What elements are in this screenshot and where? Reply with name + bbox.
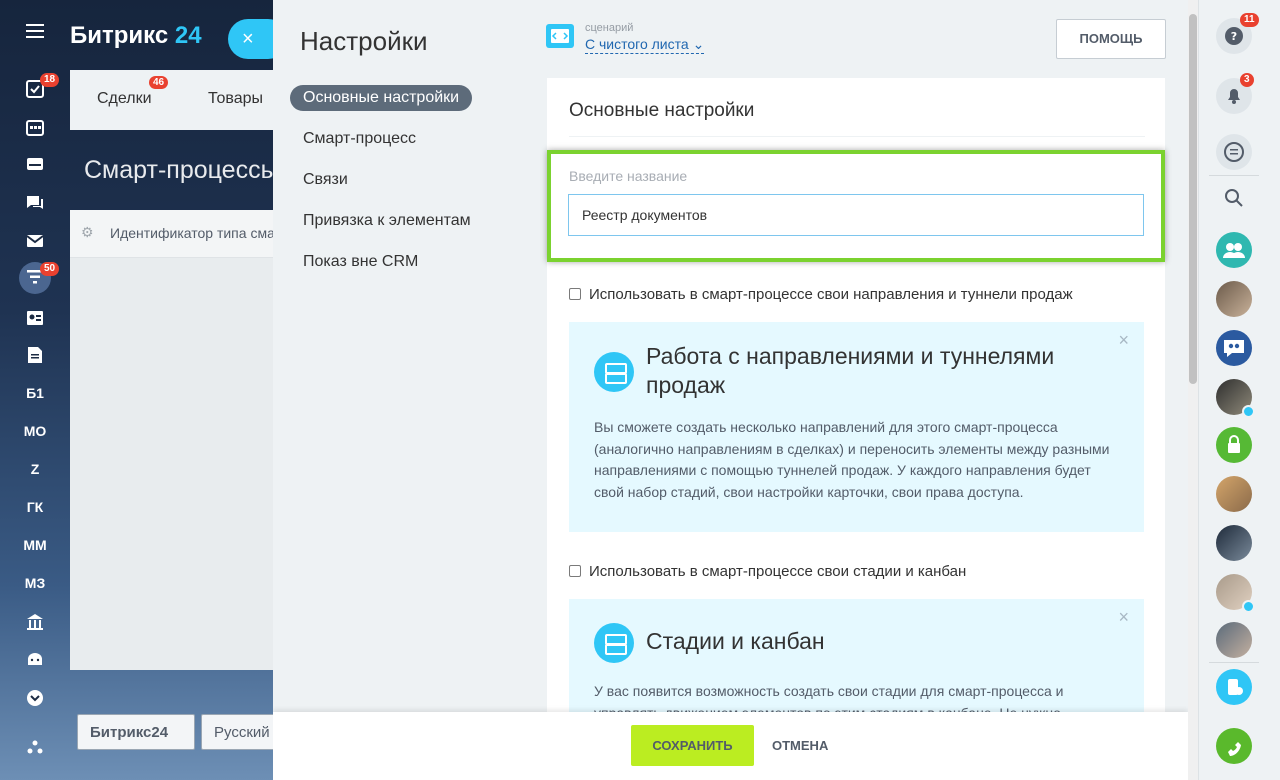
crm-badge: 50	[40, 262, 60, 276]
avatar[interactable]	[1216, 574, 1255, 613]
crm-filter-icon[interactable]: 50	[0, 262, 70, 294]
avatar[interactable]	[1216, 379, 1255, 418]
info-text: Вы сможете создать несколько направлений…	[594, 419, 1110, 500]
info-title: Работа с направлениями и туннелями прода…	[646, 343, 1055, 398]
portal-logo[interactable]: Битрикс 24	[70, 22, 202, 50]
divider	[1209, 662, 1259, 663]
crm-tabs: Сделки 46 Товары	[70, 70, 280, 130]
scenario-label: сценарий	[585, 22, 634, 34]
close-icon[interactable]: ×	[1118, 330, 1129, 351]
divider	[569, 136, 1145, 137]
mail-icon	[1242, 405, 1255, 418]
menu-hamburger-icon[interactable]	[0, 24, 70, 38]
settings-card: Основные настройки Введите название Испо…	[547, 78, 1165, 749]
name-label: Введите название	[569, 168, 688, 184]
menu-item-element-binding[interactable]: Привязка к элементам	[290, 208, 484, 234]
scrollbar-thumb[interactable]	[1189, 14, 1197, 384]
tab-products[interactable]: Товары	[208, 90, 263, 108]
scrollbar[interactable]	[1188, 0, 1198, 780]
language-button[interactable]: Русский	[201, 714, 281, 750]
card-title: Основные настройки	[569, 100, 755, 121]
scenario-value[interactable]: С чистого листа ⌄	[585, 36, 705, 54]
group-gk[interactable]: ГК	[0, 499, 70, 515]
open-lines-icon[interactable]	[1216, 134, 1252, 170]
menu-item-basic-settings[interactable]: Основные настройки	[290, 85, 473, 111]
avatar[interactable]	[1216, 476, 1252, 512]
divider	[1209, 175, 1259, 176]
group-mo[interactable]: МО	[0, 423, 70, 439]
table-header-row: ⚙ Идентификатор типа смарт-процесса	[70, 210, 280, 258]
right-panel: ? 11 3	[1198, 0, 1280, 780]
funnels-checkbox-row[interactable]: Использовать в смарт-процессе свои напра…	[569, 286, 1073, 303]
group-b1[interactable]: Б1	[0, 385, 70, 401]
chevron-down-icon[interactable]	[0, 689, 70, 707]
mail-icon[interactable]	[0, 234, 70, 248]
group-chat-icon[interactable]	[1216, 232, 1252, 268]
slider-footer: СОХРАНИТЬ ОТМЕНА	[273, 712, 1188, 780]
mail-icon	[1242, 600, 1255, 613]
calendar-icon[interactable]	[0, 118, 70, 136]
slider-title: Настройки	[300, 26, 428, 56]
name-input[interactable]	[568, 194, 1144, 236]
notify-badge: 3	[1240, 73, 1254, 87]
gear-icon[interactable]: ⚙	[81, 224, 94, 241]
footer-logo-button[interactable]: Битрикс24	[77, 714, 195, 750]
drive-icon[interactable]	[0, 156, 70, 172]
tasks-badge: 18	[40, 73, 60, 87]
stages-icon	[594, 352, 634, 392]
svg-text:?: ?	[1231, 30, 1237, 43]
info-title: Стадии и канбан	[646, 628, 825, 654]
left-nav: 18 50 Б1 МО Z ГК ММ МЗ	[0, 0, 70, 780]
settings-slider: Настройки Основные настройки Смарт-проце…	[273, 0, 1188, 780]
group-z[interactable]: Z	[0, 461, 70, 477]
funnels-info-box: × Работа с направлениями и туннелями про…	[569, 322, 1144, 532]
deals-badge: 46	[149, 76, 169, 89]
chevron-down-icon: ⌄	[692, 36, 705, 52]
help-button[interactable]: ПОМОЩЬ	[1056, 19, 1166, 59]
menu-item-outside-crm[interactable]: Показ вне CRM	[290, 249, 431, 275]
avatar[interactable]	[1216, 525, 1252, 561]
chat-icon[interactable]	[0, 194, 70, 212]
phone-icon[interactable]	[1216, 728, 1252, 764]
group-mz[interactable]: МЗ	[0, 575, 70, 591]
android-icon[interactable]	[0, 651, 70, 667]
help-icon[interactable]: ? 11	[1216, 13, 1259, 54]
group-mm[interactable]: ММ	[0, 537, 70, 553]
bank-icon[interactable]	[0, 613, 70, 631]
stages-checkbox[interactable]	[569, 565, 581, 577]
save-button[interactable]: СОХРАНИТЬ	[631, 725, 754, 766]
cancel-button[interactable]: ОТМЕНА	[772, 725, 828, 766]
group-chat-icon[interactable]	[1216, 330, 1252, 366]
contact-center-icon[interactable]	[1216, 669, 1252, 705]
avatar[interactable]	[1216, 622, 1252, 658]
lock-icon[interactable]	[1216, 427, 1252, 463]
close-icon[interactable]: ×	[1118, 607, 1129, 628]
bell-icon[interactable]: 3	[1216, 73, 1254, 114]
menu-item-relations[interactable]: Связи	[290, 167, 361, 193]
portal-footer: Битрикс24 Русский	[70, 700, 281, 780]
stages-checkbox-row[interactable]: Использовать в смарт-процессе свои стади…	[569, 563, 966, 580]
background-table: ⚙ Идентификатор типа смарт-процесса	[70, 210, 280, 670]
code-icon	[546, 24, 574, 48]
avatar[interactable]	[1216, 281, 1252, 317]
tab-deals[interactable]: Сделки 46	[97, 76, 169, 108]
settings-menu: Основные настройки Смарт-процесс Связи П…	[290, 85, 520, 290]
menu-item-smart-process[interactable]: Смарт-процесс	[290, 126, 429, 152]
structure-icon[interactable]	[0, 740, 70, 754]
help-badge: 11	[1240, 13, 1259, 27]
search-icon[interactable]	[1216, 180, 1252, 216]
document-icon[interactable]	[0, 346, 70, 364]
contact-card-icon[interactable]	[0, 310, 70, 326]
tasks-icon[interactable]: 18	[0, 73, 70, 98]
funnels-checkbox[interactable]	[569, 288, 581, 300]
background-page-title: Смарт-процессы	[84, 156, 279, 184]
stages-icon	[594, 623, 634, 663]
